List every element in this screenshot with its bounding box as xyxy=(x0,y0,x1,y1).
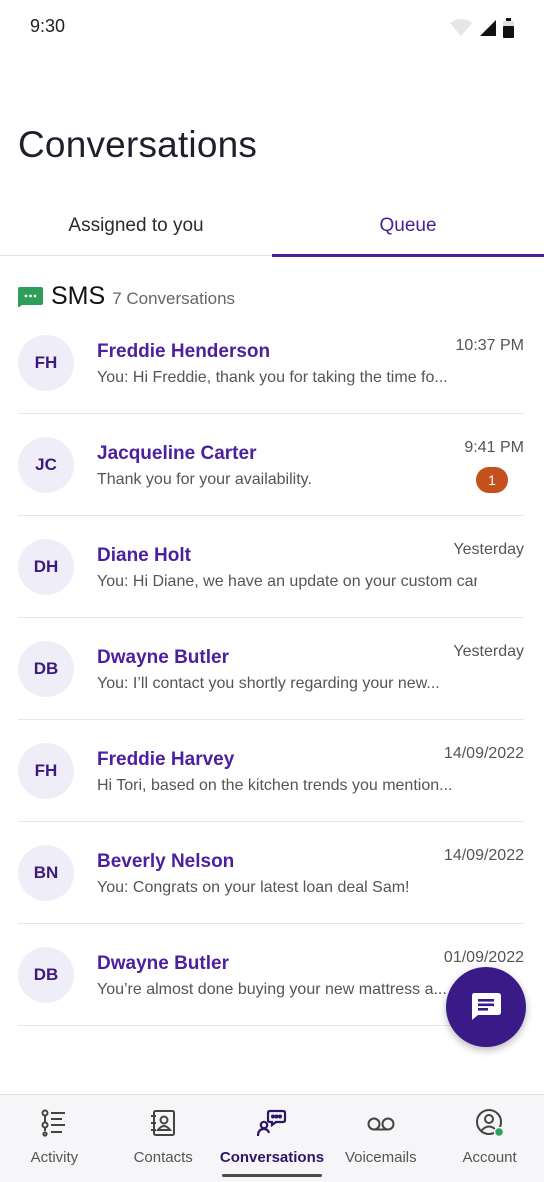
new-message-button[interactable] xyxy=(446,967,526,1047)
message-preview: You: Hi Diane, we have an update on your… xyxy=(97,573,477,590)
nav-voicemails[interactable]: Voicemails xyxy=(326,1095,435,1182)
section-count: 7 Conversations xyxy=(112,289,236,308)
conversation-item[interactable]: BN Beverly Nelson You: Congrats on your … xyxy=(0,822,544,924)
message-preview: You: Congrats on your latest loan deal S… xyxy=(97,879,410,896)
account-icon xyxy=(475,1109,504,1138)
nav-activity[interactable]: Activity xyxy=(0,1095,109,1182)
nav-conversations[interactable]: Conversations xyxy=(218,1095,327,1182)
nav-contacts[interactable]: Contacts xyxy=(109,1095,218,1182)
avatar: DB xyxy=(18,947,74,1003)
message-preview: You: Hi Freddie, thank you for taking th… xyxy=(97,369,448,386)
nav-label: Voicemails xyxy=(344,1149,417,1166)
message-time: 9:41 PM xyxy=(464,439,524,456)
avatar: FH xyxy=(18,743,74,799)
message-preview: Hi Tori, based on the kitchen trends you… xyxy=(97,777,453,794)
tab-assigned-to-you[interactable]: Assigned to you xyxy=(0,196,272,256)
conversation-list: FH Freddie Henderson You: Hi Freddie, th… xyxy=(0,312,544,1026)
nav-label: Contacts xyxy=(133,1149,193,1166)
contact-name: Freddie Henderson xyxy=(97,341,271,362)
message-preview: You’re almost done buying your new mattr… xyxy=(97,981,447,998)
avatar: BN xyxy=(18,845,74,901)
wifi-icon xyxy=(450,19,472,36)
voicemail-icon xyxy=(367,1117,395,1131)
conversation-item[interactable]: DB Dwayne Butler You: I’ll contact you s… xyxy=(0,618,544,720)
conversation-item[interactable]: JC Jacqueline Carter Thank you for your … xyxy=(0,414,544,516)
message-time: 01/09/2022 xyxy=(443,949,524,966)
avatar: JC xyxy=(18,437,74,493)
sms-icon xyxy=(18,287,43,307)
tab-bar: Assigned to you Queue xyxy=(0,196,544,257)
contacts-icon xyxy=(151,1110,176,1136)
tab-queue[interactable]: Queue xyxy=(272,196,544,257)
divider xyxy=(18,1025,524,1026)
message-time: Yesterday xyxy=(453,643,524,660)
message-time: 14/09/2022 xyxy=(443,847,524,864)
avatar: FH xyxy=(18,335,74,391)
unread-badge: 1 xyxy=(476,467,508,493)
bottom-navigation: Activity Contacts Conversations Voicemai… xyxy=(0,1094,544,1182)
nav-label: Account xyxy=(462,1149,517,1166)
status-icons xyxy=(449,18,514,38)
conversation-item[interactable]: FH Freddie Henderson You: Hi Freddie, th… xyxy=(0,312,544,414)
battery-icon xyxy=(503,18,514,38)
section-header: SMS 7 Conversations xyxy=(18,282,235,311)
nav-label: Activity xyxy=(30,1149,79,1166)
contact-name: Jacqueline Carter xyxy=(97,443,257,464)
page-title: Conversations xyxy=(18,124,258,165)
status-bar: 9:30 xyxy=(0,0,544,56)
activity-icon xyxy=(41,1109,66,1137)
avatar: DB xyxy=(18,641,74,697)
message-time: Yesterday xyxy=(453,541,524,558)
contact-name: Freddie Harvey xyxy=(97,749,235,770)
cellular-signal-icon xyxy=(480,20,496,36)
message-time: 14/09/2022 xyxy=(443,745,524,762)
avatar: DH xyxy=(18,539,74,595)
contact-name: Dwayne Butler xyxy=(97,647,229,668)
contact-name: Diane Holt xyxy=(97,545,191,566)
nav-account[interactable]: Account xyxy=(435,1095,544,1182)
message-preview: You: I’ll contact you shortly regarding … xyxy=(97,675,440,692)
contact-name: Beverly Nelson xyxy=(97,851,235,872)
message-preview: Thank you for your availability. xyxy=(97,471,312,488)
status-time: 9:30 xyxy=(30,16,66,36)
conversation-item[interactable]: FH Freddie Harvey Hi Tori, based on the … xyxy=(0,720,544,822)
section-title: SMS xyxy=(51,282,106,310)
conversation-item[interactable]: DH Diane Holt You: Hi Diane, we have an … xyxy=(0,516,544,618)
conversations-icon xyxy=(256,1109,287,1137)
message-time: 10:37 PM xyxy=(455,337,524,354)
new-message-icon xyxy=(472,993,501,1020)
contact-name: Dwayne Butler xyxy=(97,953,229,974)
nav-label: Conversations xyxy=(219,1149,325,1166)
